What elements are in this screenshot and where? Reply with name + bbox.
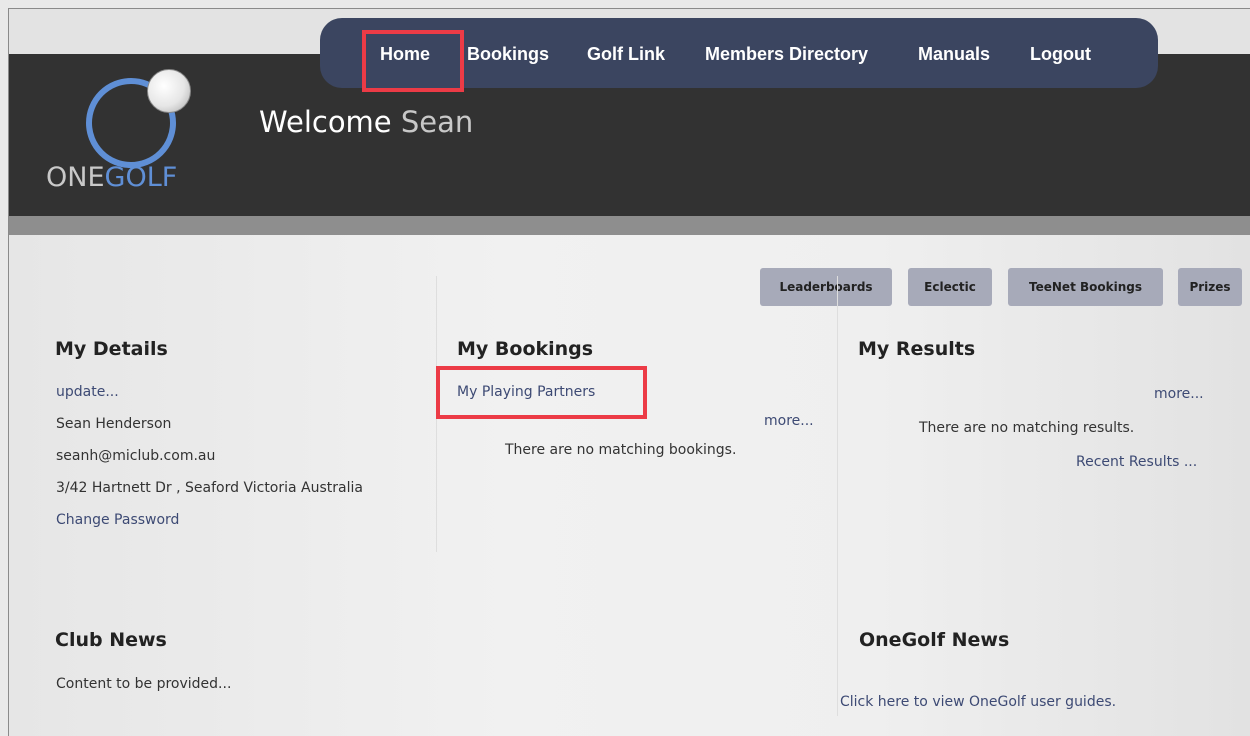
welcome-greeting: Welcome — [259, 105, 392, 139]
member-name: Sean Henderson — [56, 416, 172, 432]
update-details-link[interactable]: update... — [56, 384, 119, 400]
club-news-heading: Club News — [55, 629, 167, 651]
logo-text: ONEGOLF — [46, 162, 177, 193]
nav-logout[interactable]: Logout — [1030, 44, 1091, 65]
prizes-button[interactable]: Prizes — [1178, 268, 1242, 306]
member-address: 3/42 Hartnett Dr , Seaford Victoria Aust… — [56, 480, 363, 496]
welcome-user-name: Sean — [400, 105, 474, 139]
nav-bookings[interactable]: Bookings — [467, 44, 549, 65]
onegolf-logo: ONEGOLF — [46, 66, 226, 196]
my-results-heading: My Results — [858, 338, 976, 360]
logo-text-golf: GOLF — [104, 162, 178, 193]
welcome-message: Welcome Sean — [259, 105, 473, 139]
onegolf-news-heading: OneGolf News — [859, 629, 1010, 651]
teenet-bookings-button[interactable]: TeeNet Bookings — [1008, 268, 1163, 306]
bookings-more-link[interactable]: more... — [764, 413, 814, 429]
column-divider — [837, 276, 838, 716]
results-empty-message: There are no matching results. — [919, 420, 1135, 436]
playing-partners-highlight-box — [436, 366, 647, 419]
golf-ball-icon — [147, 69, 191, 113]
nav-members-directory[interactable]: Members Directory — [705, 44, 868, 65]
logo-text-one: ONE — [46, 162, 105, 193]
onegolf-user-guides-link[interactable]: Click here to view OneGolf user guides. — [840, 694, 1116, 710]
header-sub-bar — [9, 216, 1250, 235]
home-highlight-box — [362, 30, 464, 92]
change-password-link[interactable]: Change Password — [56, 512, 179, 528]
nav-manuals[interactable]: Manuals — [918, 44, 990, 65]
leaderboards-button[interactable]: Leaderboards — [760, 268, 892, 306]
recent-results-link[interactable]: Recent Results ... — [1076, 454, 1197, 470]
member-email: seanh@miclub.com.au — [56, 448, 216, 464]
eclectic-button[interactable]: Eclectic — [908, 268, 992, 306]
my-details-heading: My Details — [55, 338, 168, 360]
nav-golf-link[interactable]: Golf Link — [587, 44, 665, 65]
club-news-content: Content to be provided... — [56, 676, 232, 692]
my-bookings-heading: My Bookings — [457, 338, 594, 360]
results-more-link[interactable]: more... — [1154, 386, 1204, 402]
bookings-empty-message: There are no matching bookings. — [505, 442, 737, 458]
